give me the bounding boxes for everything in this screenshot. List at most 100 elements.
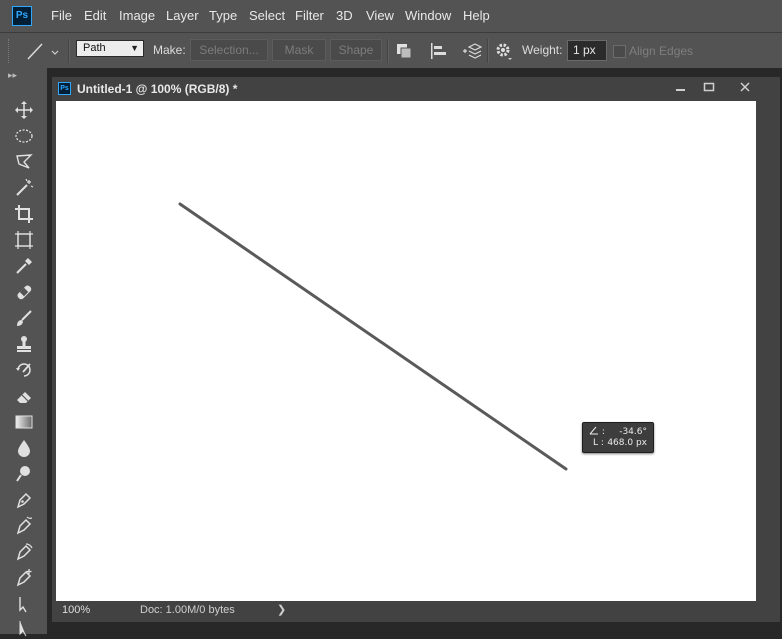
gear-icon [496, 43, 512, 60]
tool-crop[interactable] [11, 203, 37, 225]
tool-eraser[interactable] [11, 385, 37, 407]
tools-panel: ▸▸ [0, 68, 47, 637]
weight-label: Weight: [522, 43, 563, 57]
tool-curvature-pen[interactable] [11, 541, 37, 563]
length-value: 468.0 px [607, 438, 647, 448]
menu-help[interactable]: Help [463, 8, 490, 23]
tool-spot-healing-brush[interactable] [11, 281, 37, 303]
tool-blur[interactable] [11, 437, 37, 459]
photoshop-logo: Ps [12, 6, 32, 26]
collapse-panel-icon[interactable]: ▸▸ [8, 70, 17, 81]
path-arrange-icon [463, 43, 483, 59]
angle-icon [589, 426, 598, 435]
options-bar: Path ▼ Make: Selection... Mask Shape Wei… [0, 32, 782, 68]
tool-pen[interactable] [11, 489, 37, 511]
magic-wand-icon [16, 178, 34, 196]
tool-preset-picker[interactable] [24, 39, 62, 63]
add-anchor-point-icon [16, 569, 32, 587]
move-icon [15, 101, 33, 119]
make-selection-button[interactable]: Selection... [190, 39, 268, 61]
path-operations-icon [397, 44, 412, 59]
tool-dodge[interactable] [11, 463, 37, 485]
menu-window[interactable]: Window [405, 8, 451, 23]
document-tab[interactable]: Ps Untitled-1 @ 100% (RGB/8) * [52, 77, 780, 101]
tool-mode-value: Path [83, 42, 106, 54]
tool-move[interactable] [11, 99, 37, 121]
curvature-pen-icon [16, 543, 33, 561]
chevron-down-icon: ▼ [130, 43, 139, 53]
eyedropper-icon [16, 258, 32, 274]
status-bar: 100% Doc: 1.00M/0 bytes ❯ [56, 601, 780, 621]
path-alignment-button[interactable] [428, 41, 448, 61]
freeform-pen-icon [16, 516, 33, 535]
vertical-scroll-area [756, 101, 780, 601]
menu-image[interactable]: Image [119, 8, 155, 23]
align-edges-checkbox[interactable] [613, 45, 626, 58]
tool-frame[interactable] [11, 229, 37, 251]
tool-elliptical-marquee[interactable] [11, 125, 37, 147]
geometry-options-button[interactable] [494, 41, 514, 61]
elliptical-marquee-icon [15, 129, 33, 143]
path-selection-arrow-icon [19, 597, 27, 613]
pen-icon [16, 492, 32, 509]
drawn-line-path[interactable] [178, 202, 568, 471]
measurement-hud: : -34.6° L : 468.0 px [582, 422, 654, 453]
direct-selection-arrow-icon [19, 621, 27, 637]
menu-filter[interactable]: Filter [295, 8, 324, 23]
gradient-icon [15, 415, 33, 429]
menu-layer[interactable]: Layer [166, 8, 199, 23]
weight-input[interactable]: 1 px [567, 40, 607, 61]
document-title: Untitled-1 @ 100% (RGB/8) * [77, 82, 238, 96]
zoom-field[interactable]: 100% [60, 603, 106, 618]
water-drop-icon [18, 440, 30, 457]
path-arrangement-button[interactable] [460, 41, 483, 61]
minimize-button[interactable] [671, 79, 691, 95]
menu-bar: Ps File Edit Image Layer Type Select Fil… [0, 0, 782, 32]
tool-brush[interactable] [11, 307, 37, 329]
chevron-right-icon[interactable]: ❯ [277, 603, 286, 618]
minimize-icon [676, 89, 685, 91]
tool-history-brush[interactable] [11, 359, 37, 381]
dodge-icon [16, 466, 30, 482]
align-left-icon [431, 43, 446, 59]
tool-gradient[interactable] [11, 411, 37, 433]
make-shape-button[interactable]: Shape [330, 39, 382, 61]
document-tab-icon: Ps [58, 82, 71, 95]
menu-select[interactable]: Select [249, 8, 285, 23]
frame-icon [15, 231, 33, 249]
menu-file[interactable]: File [51, 8, 72, 23]
tool-freeform-pen[interactable] [11, 515, 37, 537]
history-brush-icon [16, 363, 31, 377]
bandage-icon [17, 285, 32, 300]
angle-value: -34.6° [619, 427, 647, 437]
canvas[interactable] [56, 101, 756, 601]
tool-add-anchor-point[interactable] [11, 567, 37, 589]
tool-magic-wand[interactable] [11, 177, 37, 199]
path-operations-button[interactable] [394, 41, 414, 61]
tool-polygonal-lasso[interactable] [11, 151, 37, 173]
close-button[interactable] [735, 79, 755, 95]
document-window: Ps Untitled-1 @ 100% (RGB/8) * 100% Doc:… [52, 77, 780, 622]
length-label: L : [593, 438, 604, 448]
line-tool-icon [27, 43, 59, 60]
stamp-icon [17, 336, 31, 352]
canvas-artwork [178, 202, 568, 471]
align-edges-label: Align Edges [629, 44, 694, 58]
menu-edit[interactable]: Edit [84, 8, 106, 23]
document-info: Doc: 1.00M/0 bytes [140, 604, 235, 616]
menu-view[interactable]: View [366, 8, 394, 23]
tool-clone-stamp[interactable] [11, 333, 37, 355]
make-label: Make: [153, 43, 186, 57]
tool-path-selection[interactable] [11, 593, 37, 615]
menu-type[interactable]: Type [209, 8, 237, 23]
maximize-button[interactable] [699, 79, 719, 95]
tool-mode-select[interactable]: Path ▼ [76, 40, 144, 57]
make-mask-button[interactable]: Mask [272, 39, 326, 61]
tool-direct-selection[interactable] [11, 617, 37, 639]
options-bar-grip[interactable] [8, 39, 13, 63]
menu-3d[interactable]: 3D [336, 8, 353, 23]
tool-eyedropper[interactable] [11, 255, 37, 277]
angle-label: : [601, 427, 605, 437]
close-icon [740, 82, 750, 92]
eraser-icon [17, 392, 31, 403]
